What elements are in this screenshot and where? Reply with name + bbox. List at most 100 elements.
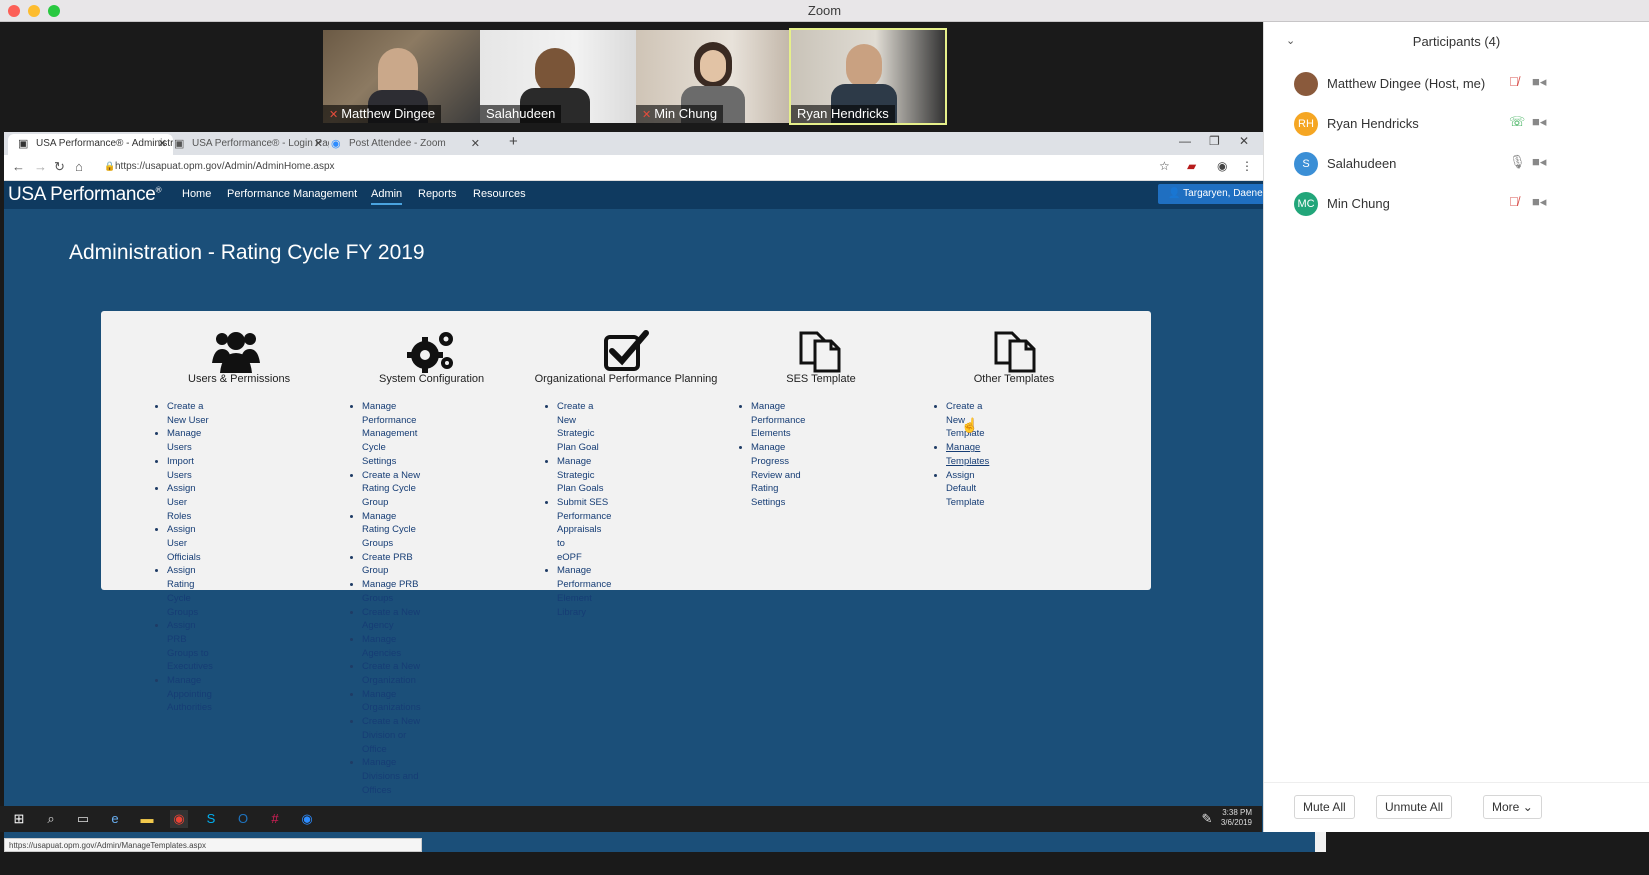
admin-link[interactable]: Create a New Organization (362, 661, 420, 686)
menu-kebab-icon[interactable]: ⋮ (1241, 159, 1253, 173)
mic-icon[interactable]: 🎙 (1509, 154, 1526, 170)
search-icon[interactable]: ⌕ (42, 810, 60, 828)
reload-icon[interactable]: ↻ (54, 159, 65, 175)
admin-link[interactable]: Cycle Settings (362, 442, 396, 467)
admin-link[interactable]: Manage Divisions and Offices (362, 757, 419, 795)
url-input[interactable]: https://usapuat.opm.gov/Admin/AdminHome.… (115, 161, 335, 172)
site-logo-text: USA Performance (8, 184, 156, 205)
video-thumbnail[interactable]: Salahudeen (480, 30, 640, 123)
admin-link[interactable]: Create PRB Group (362, 552, 413, 577)
admin-link[interactable]: Create a New User (167, 401, 209, 426)
address-bar: ← → ↻ ⌂ 🔒 https://usapuat.opm.gov/Admin/… (4, 155, 1326, 181)
skype-icon[interactable]: S (202, 810, 220, 828)
admin-link[interactable]: Manage Progress Review and Rating (751, 442, 801, 494)
windows-start-icon[interactable]: ⊞ (10, 810, 28, 828)
admin-link[interactable]: Assign Rating Cycle Groups (167, 565, 198, 617)
nav-admin[interactable]: Admin (371, 188, 403, 205)
outlook-icon[interactable]: O (234, 810, 252, 828)
link-list: Create a New Strategic Plan Goal Manage … (543, 400, 611, 619)
new-tab-button[interactable]: + (509, 133, 518, 150)
video-thumbnail-active-speaker[interactable]: Ryan Hendricks (789, 28, 947, 125)
admin-link[interactable]: Manage Appointing Authorities (167, 675, 212, 713)
browser-tab-admin[interactable]: ▣ USA Performance® - Administra ✕ (8, 134, 173, 155)
admin-link[interactable]: Create a New Rating Cycle Group (362, 470, 420, 508)
admin-link[interactable]: Assign User Roles (167, 483, 196, 521)
ie-icon[interactable]: e (106, 810, 124, 828)
admin-link[interactable]: Manage Rating Cycle Groups (362, 511, 416, 549)
participant-row[interactable]: Matthew Dingee (Host, me) 🎙̸ ■◂ (1264, 66, 1649, 102)
list-item: Create a New User (167, 400, 213, 427)
profile-icon[interactable]: ◉ (1217, 159, 1227, 173)
list-item: Manage Progress Review and Rating (751, 441, 805, 496)
admin-link[interactable]: Manage Agencies (362, 634, 401, 659)
home-icon[interactable]: ⌂ (75, 159, 83, 174)
mute-all-button[interactable]: Mute All (1294, 795, 1355, 819)
forward-icon[interactable]: → (34, 159, 47, 174)
site-logo[interactable]: USA Performance® (8, 184, 161, 206)
admin-link[interactable]: Manage Templates (946, 442, 989, 467)
admin-link[interactable]: Submit SES Performance Appraisals to (557, 497, 611, 549)
pdf-extension-icon[interactable]: ▰ (1187, 159, 1196, 173)
zoom-icon[interactable]: ◉ (298, 810, 316, 828)
bookmark-star-icon[interactable]: ☆ (1159, 159, 1170, 173)
admin-link[interactable]: Create a New Division or Office (362, 716, 420, 754)
nav-resources[interactable]: Resources (473, 188, 526, 200)
admin-link[interactable]: Create a New Agency (362, 607, 420, 632)
list-item: Assign Rating Cycle Groups (167, 564, 213, 619)
admin-link[interactable]: Assign Default Template (946, 470, 985, 508)
list-item: Manage Appointing Authorities (167, 674, 213, 715)
pen-icon[interactable]: ✎ (1198, 810, 1216, 828)
muted-mic-icon[interactable]: 🎙̸ (1509, 194, 1519, 209)
participant-name: Ryan Hendricks (1327, 116, 1419, 131)
unmute-all-button[interactable]: Unmute All (1376, 795, 1453, 819)
close-tab-icon[interactable]: ✕ (471, 137, 480, 150)
admin-link[interactable]: Manage Users (167, 428, 201, 453)
nav-home[interactable]: Home (182, 188, 211, 200)
admin-link[interactable]: Assign PRB Groups to Executives (167, 620, 213, 672)
video-camera-icon[interactable]: ■◂ (1532, 114, 1546, 130)
list-item: Manage Divisions and Offices (362, 756, 421, 797)
browser-restore-icon[interactable]: ❐ (1209, 134, 1220, 148)
browser-tab-login[interactable]: ▣ USA Performance® - Login Page ✕ (164, 134, 329, 155)
list-item: Manage Performance Management (362, 400, 421, 441)
admin-link[interactable]: Assign User Officials (167, 524, 201, 562)
admin-link[interactable]: Import Users (167, 456, 194, 481)
video-thumbnail[interactable]: ✕ Matthew Dingee (323, 30, 483, 123)
admin-panel: Users & Permissions Create a New User Ma… (101, 311, 1151, 796)
participant-row[interactable]: RH Ryan Hendricks ☏ ■◂ (1264, 106, 1649, 142)
admin-link[interactable]: Manage Strategic Plan Goals (557, 456, 603, 494)
admin-link[interactable]: Manage Performance Management (362, 401, 417, 439)
link-list: Manage Performance Elements Manage Progr… (737, 400, 805, 510)
file-explorer-icon[interactable]: ▬ (138, 810, 156, 828)
nav-reports[interactable]: Reports (418, 188, 457, 200)
admin-link[interactable]: Manage Performance Element Library (557, 565, 611, 617)
admin-link[interactable]: Manage Organizations (362, 689, 421, 714)
browser-minimize-icon[interactable]: — (1179, 134, 1191, 148)
admin-link[interactable]: eOPF (557, 552, 582, 563)
back-icon[interactable]: ← (12, 159, 25, 174)
admin-link[interactable]: Create a New Strategic Plan Goal (557, 401, 599, 453)
more-button[interactable]: More ⌄ (1483, 795, 1542, 819)
chrome-icon[interactable]: ◉ (170, 810, 188, 828)
participant-row[interactable]: MC Min Chung 🎙̸ ■◂ (1264, 186, 1649, 222)
browser-close-icon[interactable]: ✕ (1239, 134, 1249, 148)
browser-tab-zoom[interactable]: ◉ Post Attendee - Zoom ✕ (321, 134, 486, 155)
nav-performance-management[interactable]: Performance Management (227, 188, 357, 200)
admin-link[interactable]: Manage Performance Elements (751, 401, 805, 439)
admin-link[interactable]: Manage PRB Groups (362, 579, 419, 604)
video-camera-icon[interactable]: ■◂ (1532, 74, 1546, 90)
video-camera-icon[interactable]: ■◂ (1532, 194, 1546, 210)
slack-icon[interactable]: # (266, 810, 284, 828)
task-view-icon[interactable]: ▭ (74, 810, 92, 828)
taskbar: ⊞ ⌕ ▭ e ▬ ◉ S O # ◉ ✎ 3:38 PM 3/6/2019 (0, 806, 1262, 832)
list-item: Manage PRB Groups (362, 578, 421, 605)
checkbox-icon (604, 330, 649, 371)
muted-mic-icon[interactable]: 🎙̸ (1509, 74, 1519, 89)
admin-link[interactable]: Settings (751, 497, 785, 508)
participant-row[interactable]: S Salahudeen 🎙 ■◂ (1264, 146, 1649, 182)
phone-icon[interactable]: ☏ (1509, 114, 1525, 130)
muted-mic-icon: ✕ (642, 109, 652, 121)
taskbar-clock[interactable]: 3:38 PM 3/6/2019 (1221, 808, 1252, 828)
video-thumbnail[interactable]: ✕ Min Chung (636, 30, 796, 123)
video-camera-icon[interactable]: ■◂ (1532, 154, 1546, 170)
